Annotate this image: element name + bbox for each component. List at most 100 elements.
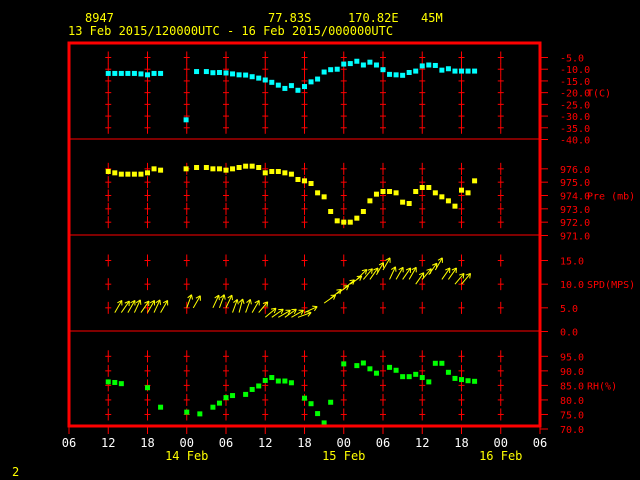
pressure-point — [373, 191, 379, 197]
temperature-point — [387, 71, 393, 77]
temperature-point — [203, 69, 209, 75]
temperature-point — [262, 77, 268, 83]
temperature-point — [315, 76, 321, 82]
page-number: 2 — [12, 465, 19, 479]
y-tick-label: -30.0 — [560, 112, 590, 123]
pressure-axis-label: Pre (mb) — [587, 192, 635, 203]
pressure-point — [426, 185, 432, 190]
y-tick-label: -40.0 — [560, 136, 590, 147]
rh-axis-label: RH(%) — [587, 381, 617, 392]
temperature-point — [367, 59, 373, 65]
rh-point — [216, 400, 222, 406]
pressure-point — [452, 203, 458, 209]
x-tick-label: 00 — [337, 436, 351, 450]
rh-point — [249, 386, 255, 392]
x-tick-label: 06 — [533, 436, 547, 450]
pressure-point — [295, 177, 301, 182]
rh-point — [282, 378, 288, 384]
temperature-point — [393, 72, 399, 78]
date-label: 16 Feb — [479, 449, 522, 463]
rh-point — [413, 371, 419, 377]
time-range: 13 Feb 2015/120000UTC - 16 Feb 2015/0000… — [68, 24, 393, 38]
pressure-point — [118, 171, 124, 177]
meteogram-svg: 8947 77.83S 170.82E 45M 13 Feb 2015/1200… — [12, 11, 635, 479]
pressure-point — [125, 171, 131, 177]
pressure-point — [354, 215, 360, 221]
temperature-point — [465, 68, 471, 74]
pressure-point — [406, 201, 412, 206]
temperature-point — [282, 85, 288, 91]
pressure-point — [112, 170, 118, 176]
pressure-point — [347, 219, 353, 225]
rh-point — [459, 377, 464, 383]
x-tick-label: 18 — [297, 436, 311, 450]
temperature-point — [288, 83, 294, 89]
pressure-point — [243, 163, 249, 169]
pressure-point — [302, 178, 307, 184]
temperature-point — [216, 69, 222, 75]
temperature-point — [295, 87, 301, 93]
y-tick-label: 973.0 — [560, 205, 590, 216]
temperature-point — [347, 61, 353, 67]
x-tick-label: 00 — [180, 436, 194, 450]
temperature-point — [452, 68, 458, 74]
rh-point — [426, 379, 432, 385]
pressure-point — [393, 190, 399, 196]
pressure-point — [203, 165, 209, 170]
temperature-point — [210, 70, 216, 76]
y-tick-label: 975.0 — [560, 178, 590, 189]
temperature-point — [269, 79, 275, 85]
temperature-point — [112, 70, 118, 76]
y-tick-label: 75.0 — [560, 410, 584, 421]
temperature-point — [380, 67, 386, 73]
temperature-point — [459, 68, 464, 74]
pressure-point — [413, 189, 419, 194]
pressure-point — [249, 163, 255, 169]
rh-point — [302, 395, 307, 401]
pressure-point — [400, 199, 406, 205]
temperature-point — [328, 67, 334, 73]
x-tick-label: 12 — [415, 436, 429, 450]
pressure-point — [105, 169, 111, 174]
pressure-point — [131, 171, 137, 177]
y-tick-label: 15.0 — [560, 257, 584, 268]
pressure-point — [230, 166, 236, 172]
temperature-point — [360, 62, 366, 68]
rh-point — [419, 375, 425, 381]
temperature-point — [334, 66, 340, 72]
x-tick-label: 12 — [258, 436, 272, 450]
pressure-point — [380, 189, 386, 194]
x-tick-label: 06 — [219, 436, 233, 450]
y-tick-label: 95.0 — [560, 352, 584, 363]
temperature-point — [151, 70, 157, 76]
y-tick-label: -5.0 — [560, 54, 584, 65]
pressure-point — [432, 190, 438, 196]
station-id: 8947 — [85, 11, 114, 25]
latitude: 77.83S — [268, 11, 311, 25]
temperature-point — [138, 71, 144, 77]
x-tick-label: 06 — [376, 436, 390, 450]
rh-point — [367, 366, 373, 372]
pressure-point — [459, 187, 464, 193]
y-tick-label: 972.0 — [560, 218, 590, 229]
temperature-point — [131, 70, 137, 76]
pressure-point — [321, 194, 327, 200]
temperature-point — [419, 63, 425, 69]
rh-point — [472, 378, 478, 384]
rh-point — [243, 391, 249, 397]
rh-point — [465, 378, 471, 384]
rh-point — [328, 399, 334, 405]
rh-point — [354, 363, 360, 369]
y-tick-label: -25.0 — [560, 100, 590, 111]
rh-point — [256, 383, 262, 389]
rh-point — [269, 375, 275, 381]
y-tick-label: 0.0 — [560, 328, 578, 339]
pressure-point — [210, 166, 216, 172]
rh-point — [158, 404, 164, 410]
y-tick-label: -15.0 — [560, 77, 590, 88]
y-tick-label: 85.0 — [560, 381, 584, 392]
pressure-point — [439, 194, 445, 200]
rh-point — [288, 380, 294, 386]
rh-point — [118, 381, 124, 387]
pressure-point — [183, 166, 189, 172]
